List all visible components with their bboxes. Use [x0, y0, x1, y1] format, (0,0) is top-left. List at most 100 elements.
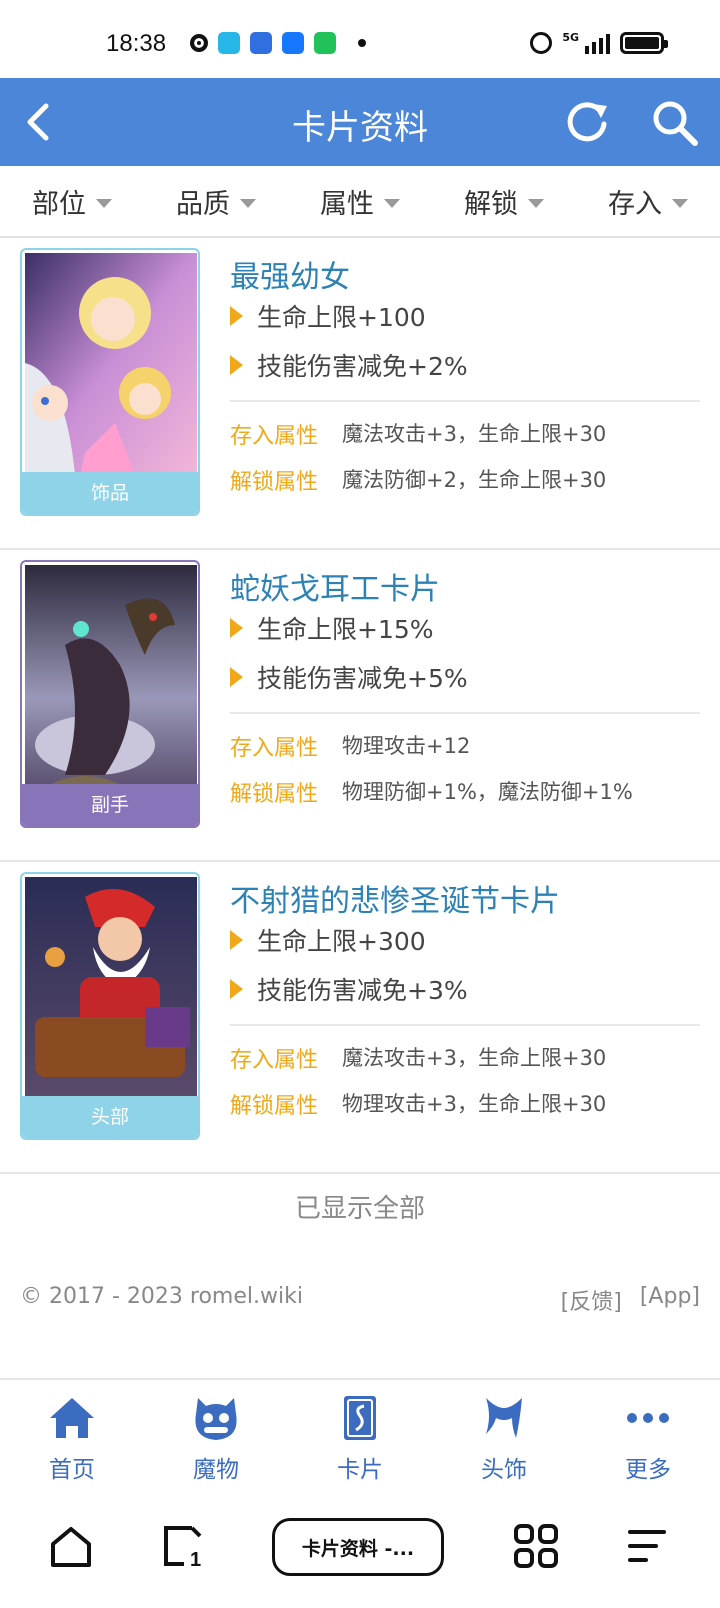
card-name[interactable]: 不射猎的悲惨圣诞节卡片	[230, 876, 560, 920]
card-stat-text: 生命上限+300	[257, 927, 426, 956]
browser-home-icon[interactable]	[50, 1526, 92, 1568]
bullet-triangle-icon	[230, 667, 243, 687]
card-stat-text: 技能伤害减免+5%	[257, 664, 468, 693]
unlock-attribute-value: 魔法防御+2，生命上限+30	[342, 468, 607, 492]
monster-icon	[195, 1398, 237, 1440]
unlock-attribute-value: 物理防御+1%，魔法防御+1%	[342, 780, 633, 804]
filter-label: 解锁	[464, 188, 518, 220]
card-stat-text: 技能伤害减免+2%	[257, 352, 468, 381]
footer-links: [反馈] [App]	[561, 1284, 700, 1316]
card-slot-label: 副手	[22, 784, 198, 826]
filter-attribute[interactable]: 属性	[288, 166, 432, 236]
card-name[interactable]: 蛇妖戈耳工卡片	[230, 564, 440, 608]
bullet-triangle-icon	[230, 979, 243, 999]
filter-label: 存入	[608, 188, 662, 220]
app-notification-icon	[250, 32, 272, 54]
deposit-attribute-label: 存入属性	[230, 736, 319, 761]
card-list-item[interactable]: 副手 蛇妖戈耳工卡片 生命上限+15% 技能伤害减免+5% 存入属性 物理攻击+1…	[0, 550, 720, 862]
card-thumbnail[interactable]: 饰品	[20, 248, 200, 516]
card-thumbnail[interactable]: 副手	[20, 560, 200, 828]
caret-down-icon	[240, 198, 256, 208]
unlock-attribute-label: 解锁属性	[230, 1094, 319, 1119]
caret-down-icon	[96, 198, 112, 208]
card-icon	[344, 1396, 376, 1440]
deposit-attribute-label: 存入属性	[230, 424, 319, 449]
search-icon[interactable]	[650, 98, 700, 148]
unlock-attribute-label: 解锁属性	[230, 470, 319, 495]
nav-label: 卡片	[337, 1457, 383, 1483]
notification-icons	[190, 32, 366, 54]
filter-label: 属性	[320, 188, 374, 220]
system-nav-bar: 1 卡片资料 -...	[0, 1488, 720, 1608]
card-list-item[interactable]: 饰品 最强幼女 生命上限+100 技能伤害减免+2% 存入属性 魔法攻击+3，生命…	[0, 238, 720, 550]
card-stat: 技能伤害减免+2%	[230, 347, 468, 383]
status-time: 18:38	[106, 30, 167, 57]
nav-label: 魔物	[193, 1457, 239, 1483]
unlock-attribute-value: 物理攻击+3，生命上限+30	[342, 1092, 607, 1116]
filter-label: 部位	[32, 188, 86, 220]
alipay-notification-icon	[282, 32, 304, 54]
filter-quality[interactable]: 品质	[144, 166, 288, 236]
bottom-nav: 首页 魔物 卡片 头饰 更多	[0, 1378, 720, 1488]
deposit-attribute: 存入属性 物理攻击+12	[230, 730, 470, 762]
deposit-attribute-label: 存入属性	[230, 1048, 319, 1073]
caret-down-icon	[384, 198, 400, 208]
card-stat-text: 技能伤害减免+3%	[257, 976, 468, 1005]
card-art-image	[25, 565, 197, 787]
filter-deposit[interactable]: 存入	[576, 166, 720, 236]
card-art-image	[25, 877, 197, 1099]
nav-item-monster[interactable]: 魔物	[144, 1380, 288, 1488]
card-name[interactable]: 最强幼女	[230, 252, 350, 296]
deposit-attribute-value: 魔法攻击+3，生命上限+30	[342, 422, 607, 446]
page-title: 卡片资料	[292, 108, 428, 148]
app-link[interactable]: [App]	[640, 1284, 700, 1316]
caret-down-icon	[672, 198, 688, 208]
deposit-attribute: 存入属性 魔法攻击+3，生命上限+30	[230, 1042, 606, 1074]
nav-item-headwear[interactable]: 头饰	[432, 1380, 576, 1488]
card-stat: 生命上限+100	[230, 298, 426, 334]
card-stat: 生命上限+300	[230, 922, 426, 958]
svg-text:1: 1	[190, 1549, 201, 1568]
page-footer: © 2017 - 2023 romel.wiki [反馈] [App]	[20, 1284, 700, 1316]
app-notification-icon	[218, 32, 240, 54]
menu-icon[interactable]	[626, 1528, 666, 1564]
unlock-attribute: 解锁属性 魔法防御+2，生命上限+30	[230, 464, 606, 496]
bullet-triangle-icon	[230, 930, 243, 950]
feedback-link[interactable]: [反馈]	[561, 1284, 622, 1316]
refresh-icon[interactable]	[563, 98, 611, 146]
nav-item-home[interactable]: 首页	[0, 1380, 144, 1488]
copyright-text: © 2017 - 2023 romel.wiki	[20, 1284, 303, 1309]
card-stat-text: 生命上限+15%	[257, 615, 434, 644]
card-stat: 生命上限+15%	[230, 610, 434, 646]
card-list-item[interactable]: 头部 不射猎的悲惨圣诞节卡片 生命上限+300 技能伤害减免+3% 存入属性 魔法…	[0, 862, 720, 1174]
bullet-triangle-icon	[230, 355, 243, 375]
nav-item-more[interactable]: 更多	[576, 1380, 720, 1488]
filter-label: 品质	[176, 188, 230, 220]
list-end-text: 已显示全部	[294, 1194, 425, 1224]
filter-unlock[interactable]: 解锁	[432, 166, 576, 236]
deposit-attribute-value: 魔法攻击+3，生命上限+30	[342, 1046, 607, 1070]
home-icon	[50, 1398, 94, 1438]
nav-item-card[interactable]: 卡片	[288, 1380, 432, 1488]
status-bar: 18:38 5G	[0, 0, 720, 78]
bullet-triangle-icon	[230, 306, 243, 326]
filter-bar: 部位 品质 属性 解锁 存入	[0, 166, 720, 238]
apps-grid-icon[interactable]	[514, 1524, 558, 1568]
card-stat-text: 生命上限+100	[257, 303, 426, 332]
nav-label: 头饰	[481, 1457, 527, 1483]
more-notifications-dot	[358, 39, 366, 47]
system-indicators: 5G	[530, 30, 668, 54]
card-thumbnail[interactable]: 头部	[20, 872, 200, 1140]
filter-slot[interactable]: 部位	[0, 166, 144, 236]
current-tab-pill[interactable]: 卡片资料 -...	[272, 1518, 444, 1576]
alarm-icon	[530, 32, 553, 54]
more-icon	[627, 1413, 669, 1423]
card-stat: 技能伤害减免+5%	[230, 659, 468, 695]
network-type: 5G	[562, 30, 579, 44]
browser-tabs-icon[interactable]: 1	[162, 1524, 204, 1568]
bullet-triangle-icon	[230, 618, 243, 638]
divider	[230, 712, 700, 714]
unlock-attribute-label: 解锁属性	[230, 782, 319, 807]
card-art-image	[25, 253, 197, 475]
app-notification-icon	[190, 34, 208, 52]
